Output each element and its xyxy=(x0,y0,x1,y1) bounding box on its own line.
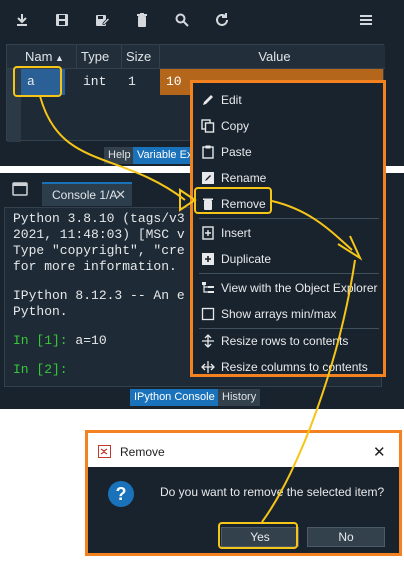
resize-rows-icon xyxy=(201,334,215,348)
menu-item-duplicate[interactable]: Duplicate xyxy=(193,246,383,272)
no-button[interactable]: No xyxy=(307,527,385,547)
refresh-icon[interactable] xyxy=(214,12,230,28)
variable-context-menu: Edit Copy Paste Rename Remove Insert Dup… xyxy=(190,80,386,377)
column-header-name[interactable]: Nam ▲ xyxy=(21,45,77,69)
menu-item-rename[interactable]: Rename xyxy=(193,165,383,191)
console-input-text: a=10 xyxy=(67,333,107,348)
rename-icon xyxy=(201,171,215,185)
dialog-body: ? Do you want to remove the selected ite… xyxy=(88,467,399,553)
console-prompt: In [2]: xyxy=(13,362,68,377)
menu-item-resize-columns[interactable]: Resize columns to contents xyxy=(193,354,383,380)
tab-help[interactable]: Help xyxy=(104,147,135,164)
menu-separator xyxy=(199,218,379,219)
spyder-app-icon xyxy=(98,445,111,458)
menu-item-remove[interactable]: Remove xyxy=(193,191,383,217)
table-header: Nam ▲ Type Size Value xyxy=(7,45,385,69)
paste-icon xyxy=(201,145,215,159)
edit-pencil-icon xyxy=(201,93,215,107)
dialog-title: Remove xyxy=(120,445,165,459)
tab-variable-explorer[interactable]: Variable Ex xyxy=(133,147,197,164)
sort-ascending-icon: ▲ xyxy=(52,53,64,63)
import-data-icon[interactable] xyxy=(14,12,30,28)
trash-icon xyxy=(201,197,215,211)
tab-history[interactable]: History xyxy=(218,389,261,406)
copy-icon xyxy=(201,119,215,133)
console-prompt: In [1]: xyxy=(13,333,68,348)
menu-item-view-object-explorer[interactable]: View with the Object Explorer xyxy=(193,275,383,301)
menu-separator xyxy=(199,273,379,274)
tab-ipython-console[interactable]: IPython Console xyxy=(130,389,219,406)
object-explorer-tree-icon xyxy=(201,281,215,295)
yes-button[interactable]: Yes xyxy=(221,527,299,547)
duplicate-icon xyxy=(201,252,215,266)
cell-variable-type[interactable]: int xyxy=(77,69,122,95)
menu-item-resize-rows[interactable]: Resize rows to contents xyxy=(193,328,383,354)
dialog-title-bar: Remove ✕ xyxy=(88,433,399,467)
variable-explorer-toolbar xyxy=(0,6,404,34)
console-line: for more information. xyxy=(13,259,177,274)
close-tab-icon[interactable]: ✕ xyxy=(115,184,126,206)
save-icon[interactable] xyxy=(54,12,70,28)
insert-icon xyxy=(201,226,215,240)
hamburger-menu-icon[interactable] xyxy=(358,12,374,28)
dialog-message: Do you want to remove the selected item? xyxy=(160,485,385,499)
console-line: Type "copyright", "cre xyxy=(13,243,185,258)
checkbox-icon xyxy=(201,307,215,321)
console-line: 2021, 11:48:03) [MSC v xyxy=(13,227,185,242)
delete-all-icon[interactable] xyxy=(134,12,150,28)
menu-item-edit[interactable]: Edit xyxy=(193,87,383,113)
remove-confirmation-dialog: Remove ✕ ? Do you want to remove the sel… xyxy=(85,430,402,556)
close-icon[interactable]: ✕ xyxy=(373,443,386,461)
menu-item-paste[interactable]: Paste xyxy=(193,139,383,165)
menu-item-show-arrays-min-max[interactable]: Show arrays min/max xyxy=(193,301,383,327)
console-input-line-1: In [1]: a=10 xyxy=(13,333,107,348)
console-line: IPython 8.12.3 -- An e xyxy=(13,288,185,303)
save-as-icon[interactable] xyxy=(94,12,110,28)
console-line: Python. xyxy=(13,304,68,319)
column-header-type[interactable]: Type xyxy=(77,45,122,69)
column-header-size[interactable]: Size xyxy=(122,45,160,69)
tab-console-1a[interactable]: Console 1/A ✕ xyxy=(42,182,132,206)
column-header-value[interactable]: Value xyxy=(160,45,385,69)
cell-variable-name[interactable]: a xyxy=(21,69,65,95)
console-input-line-2[interactable]: In [2]: xyxy=(13,362,68,377)
cell-variable-size[interactable]: 1 xyxy=(122,69,160,95)
menu-item-insert[interactable]: Insert xyxy=(193,220,383,246)
search-icon[interactable] xyxy=(174,12,190,28)
question-icon: ? xyxy=(108,481,134,507)
console-browse-tabs-icon[interactable] xyxy=(12,182,28,196)
console-line: Python 3.8.10 (tags/v3 xyxy=(13,211,185,226)
resize-columns-icon xyxy=(201,360,215,374)
menu-item-copy[interactable]: Copy xyxy=(193,113,383,139)
console-tab-label: Console 1/A xyxy=(52,188,118,202)
